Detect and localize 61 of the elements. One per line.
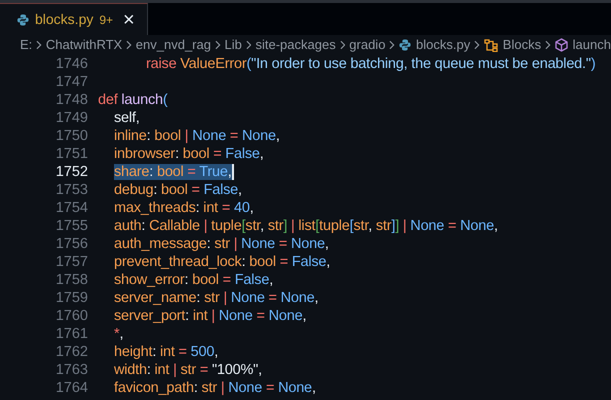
code-line: inline: bool | None = None, — [114, 127, 280, 146]
line-number: 1764 — [54, 379, 88, 398]
code-line: max_threads: int = 40, — [114, 199, 254, 218]
line-number: 1762 — [54, 343, 88, 362]
chevron-icon — [389, 40, 395, 50]
line-number: 1749 — [54, 109, 88, 128]
breadcrumb-item[interactable]: gradio — [349, 35, 386, 55]
code-line: prevent_thread_lock: bool = False, — [114, 253, 330, 272]
line-number: 1760 — [54, 307, 88, 326]
code-line: width: int | str = "100%", — [114, 361, 262, 380]
breadcrumb-item[interactable]: blocks.py — [399, 35, 470, 55]
class-icon — [484, 38, 498, 52]
chevron-icon — [36, 40, 42, 50]
problem-count: 9+ — [99, 12, 114, 28]
code-line: server_port: int | None = None, — [114, 307, 306, 326]
code-line: *, — [114, 325, 124, 344]
breadcrumb-item[interactable]: site-packages — [255, 35, 336, 55]
line-number: 1753 — [54, 181, 88, 200]
line-number: 1748 — [54, 91, 88, 110]
code-line: auth_message: str | None = None, — [114, 235, 329, 254]
code-line: share: bool = True, — [114, 163, 234, 182]
code-line: def launch( — [98, 91, 168, 110]
chevron-icon — [340, 40, 346, 50]
code-line: debug: bool = False, — [114, 181, 242, 200]
breadcrumb-item[interactable]: ChatwithRTX — [46, 35, 122, 55]
code-line: raise ValueError("In order to use batching, the queue must be enabled.") — [146, 55, 596, 74]
line-number: 1761 — [54, 325, 88, 344]
chevron-icon — [214, 40, 221, 50]
line-number: 1755 — [54, 217, 88, 236]
breadcrumb-item[interactable]: env_nvd_rag — [136, 35, 211, 55]
chevron-icon — [474, 40, 480, 50]
code-line: show_error: bool = False, — [114, 271, 274, 290]
line-number: 1756 — [54, 235, 88, 254]
line-number: 1763 — [54, 361, 88, 380]
close-button[interactable]: × — [123, 10, 135, 30]
line-number: 1751 — [54, 145, 88, 164]
python-icon — [399, 39, 411, 51]
code-line: self, — [114, 109, 140, 128]
line-number: 1757 — [54, 253, 88, 272]
code-line: auth: Callable | tuple[str, str] | list[tuple[str, str]] | None = None, — [114, 217, 498, 236]
line-number: 1747 — [54, 73, 88, 92]
line-number: 1752 — [54, 163, 88, 182]
breadcrumb-item[interactable]: launch — [554, 35, 611, 55]
breadcrumb-item[interactable]: E: — [20, 35, 32, 55]
code-line: inbrowser: bool = False, — [114, 145, 264, 164]
breadcrumb-item[interactable]: Lib — [224, 35, 242, 55]
chevron-icon — [246, 40, 252, 50]
cube-icon — [554, 38, 568, 52]
python-icon — [17, 14, 29, 26]
editor-tab[interactable]: blocks.py 9+ × — [0, 3, 148, 35]
chevron-icon — [126, 40, 132, 50]
line-number: 1754 — [54, 199, 88, 218]
chevron-icon — [545, 40, 551, 50]
code-line: favicon_path: str | None = None, — [114, 379, 316, 398]
line-number: 1758 — [54, 271, 88, 290]
breadcrumb-item[interactable]: Blocks — [484, 35, 542, 55]
code-line: server_name: str | None = None, — [114, 289, 318, 308]
line-number: 1759 — [54, 289, 88, 308]
code-line: height: int = 500, — [114, 343, 218, 362]
line-number: 1746 — [54, 55, 88, 74]
line-number: 1750 — [54, 127, 88, 146]
